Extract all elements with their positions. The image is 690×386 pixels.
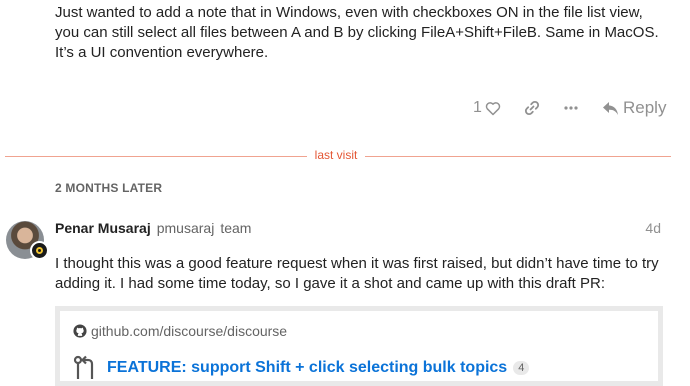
post-date[interactable]: 4d [645, 220, 661, 236]
link-icon [524, 100, 540, 116]
heart-icon [485, 101, 501, 115]
post-actions: 1 Reply [460, 96, 670, 122]
like-button[interactable]: 1 [473, 99, 501, 117]
ellipsis-icon [564, 106, 578, 110]
time-gap-label: 2 MONTHS LATER [55, 181, 163, 195]
post-body: I thought this was a good feature reques… [55, 255, 659, 292]
share-button[interactable] [524, 100, 540, 116]
pull-request-icon [73, 355, 94, 379]
onebox-source[interactable]: github.com/discourse/discourse [73, 323, 287, 339]
reply-icon [603, 101, 618, 115]
avatar[interactable] [6, 221, 49, 260]
last-visit-label: last visit [314, 148, 358, 162]
user-title: team [220, 220, 252, 236]
github-icon [73, 324, 87, 338]
author-username[interactable]: pmusaraj [157, 220, 215, 236]
pull-request-title-link[interactable]: FEATURE: support Shift + click selecting… [107, 359, 507, 377]
reply-label: Reply [623, 98, 667, 117]
previous-post-body: Just wanted to add a note that in Window… [55, 4, 659, 61]
onebox-source-link[interactable]: github.com/discourse/discourse [91, 323, 287, 339]
more-actions-button[interactable] [563, 100, 579, 116]
user-flair-icon [30, 241, 49, 260]
onebox-title-row: FEATURE: support Shift + click selecting… [73, 355, 530, 381]
post-meta: Penar Musaraj pmusaraj team [55, 220, 251, 236]
author-name[interactable]: Penar Musaraj [55, 220, 151, 236]
onebox-github-pr[interactable]: github.com/discourse/discourse FEATURE: … [55, 306, 663, 386]
reply-button[interactable]: Reply [602, 98, 666, 118]
last-visit-divider: last visit [5, 148, 671, 162]
like-count: 1 [473, 99, 482, 116]
